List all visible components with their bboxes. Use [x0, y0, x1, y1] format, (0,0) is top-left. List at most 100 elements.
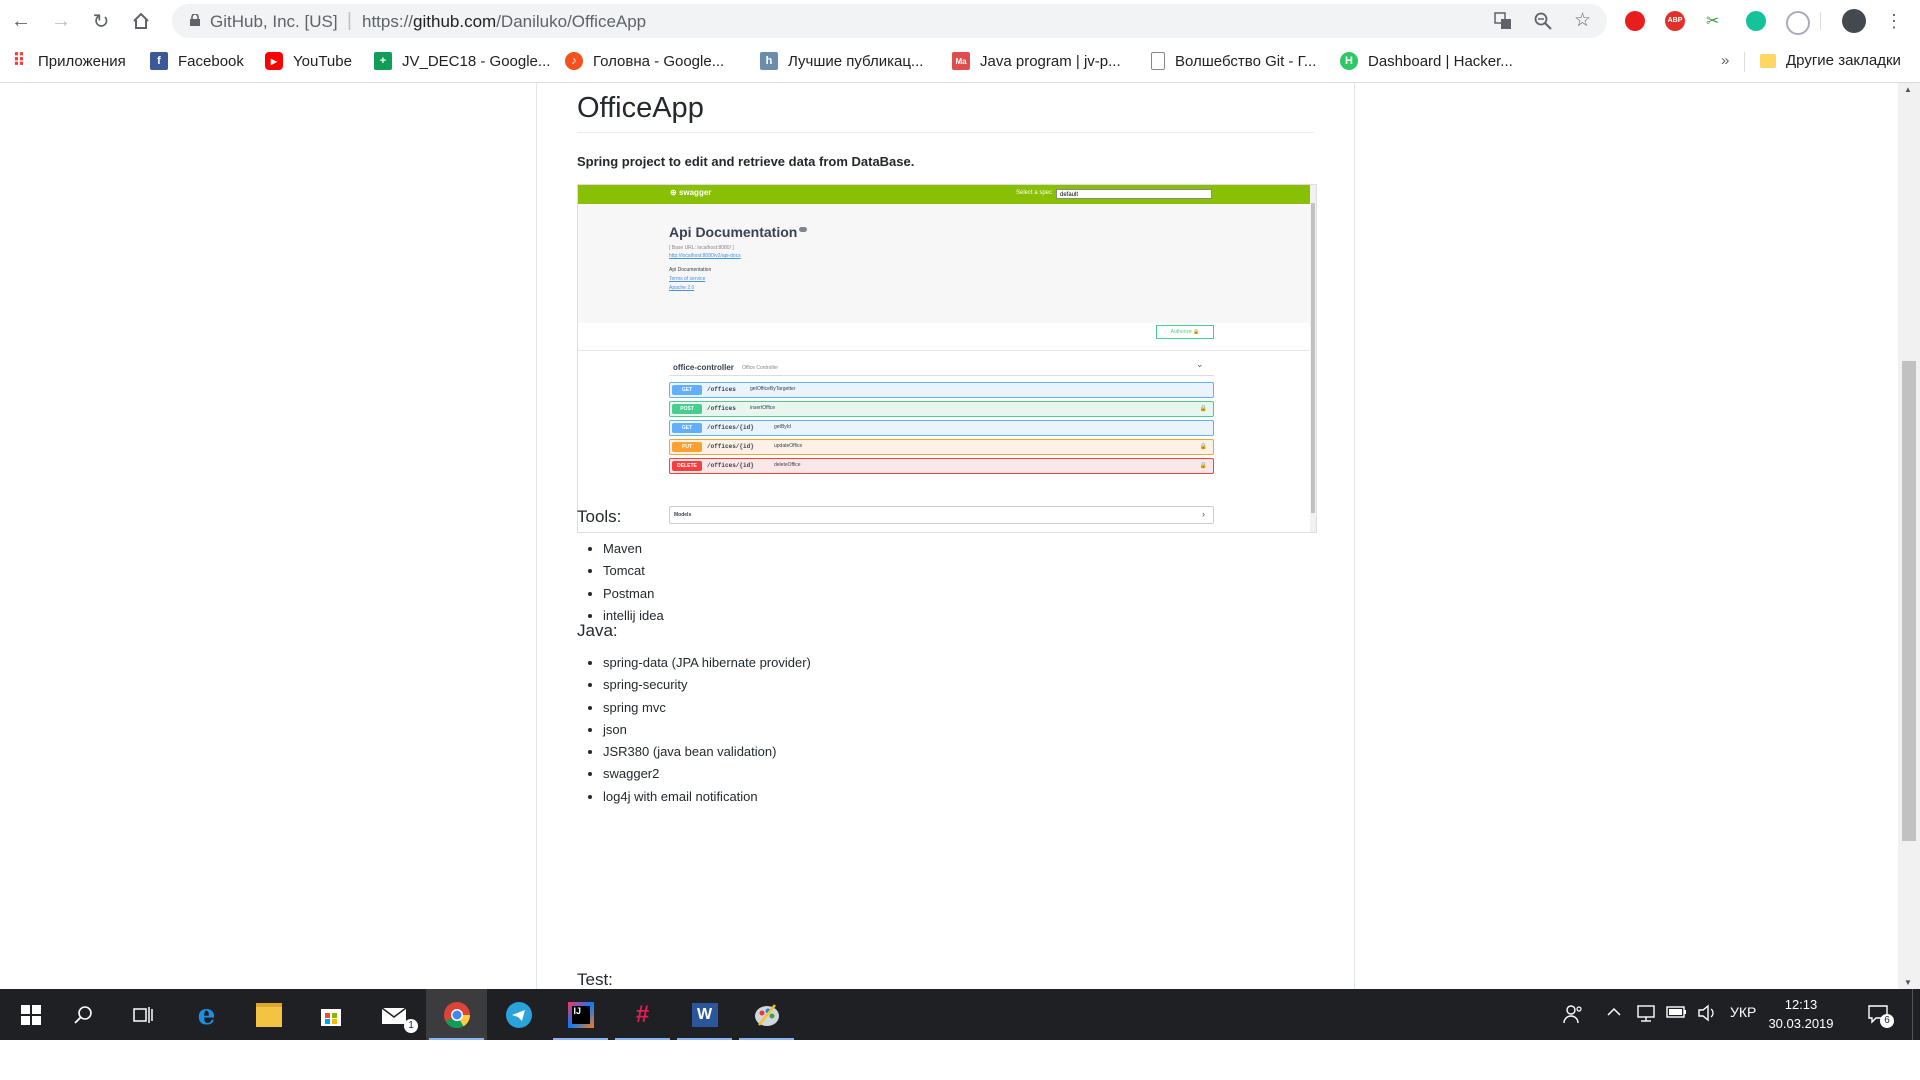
list-item: JSR380 (java bean validation)	[603, 741, 811, 763]
site-identity[interactable]: GitHub, Inc. [US]	[210, 12, 338, 32]
telegram-icon[interactable]	[488, 989, 549, 1040]
menu-kebab-icon[interactable]: ⋮	[1881, 8, 1907, 34]
swagger-screenshot[interactable]: ⊕ swagger Select a spec default Api Docu…	[577, 184, 1317, 533]
network-icon[interactable]	[1636, 1004, 1656, 1025]
battery-icon[interactable]	[1666, 1004, 1688, 1023]
grammarly-icon[interactable]	[1746, 11, 1766, 31]
task-view-icon[interactable]	[112, 989, 173, 1040]
list-item: spring mvc	[603, 697, 811, 719]
clock-time: 12:13	[1784, 997, 1818, 1012]
clock[interactable]: 12:13 30.03.2019	[1766, 995, 1836, 1033]
zoom-icon[interactable]	[1534, 12, 1552, 35]
controller-divider	[669, 375, 1214, 376]
translate-icon[interactable]	[1494, 12, 1512, 35]
bookmark-apps[interactable]: ⠿ Приложения	[10, 51, 126, 70]
intellij-icon[interactable]: IJ	[550, 989, 611, 1040]
toolbar-divider	[1820, 12, 1821, 30]
bookmark-star-icon[interactable]: ☆	[1574, 11, 1591, 35]
list-item: Maven	[603, 538, 664, 560]
operation-row: POST/offices insertOffice 🔒	[669, 401, 1214, 417]
operation-summary: updateOffice	[774, 443, 803, 449]
scroll-thumb[interactable]	[1902, 361, 1916, 841]
tools-heading: Tools:	[577, 507, 622, 526]
volume-icon[interactable]	[1697, 1004, 1717, 1025]
chevron-up-icon[interactable]	[1606, 1004, 1622, 1023]
bookmarks-bar: ⠿ Приложения f Facebook ▶ YouTube + JV_DEC18…	[0, 42, 1920, 83]
operation-path: /offices	[707, 405, 736, 412]
content-border-left	[536, 83, 537, 989]
list-item: spring-data (JPA hibernate provider)	[603, 652, 811, 674]
operation-path: /offices	[707, 386, 736, 393]
bookmark-facebook[interactable]: f Facebook	[150, 52, 244, 70]
notification-center-icon[interactable]: 6	[1868, 1004, 1894, 1028]
page-icon	[1151, 52, 1165, 70]
java-heading: Java:	[577, 621, 618, 640]
notification-badge: 6	[1880, 1014, 1894, 1028]
other-bookmarks-folder[interactable]: Другие закладки	[1760, 52, 1901, 69]
operation-row: GET/offices getOfficeByTargetter	[669, 382, 1214, 398]
scroll-up-arrow[interactable]: ▲	[1904, 85, 1912, 94]
license-link: Apache 2.0	[669, 285, 695, 291]
opera-vpn-icon[interactable]	[1625, 11, 1645, 31]
http-method-badge: PUT	[672, 442, 702, 452]
word-icon[interactable]: W	[674, 989, 735, 1040]
operation-row: DELETE/offices/{id} deleteOffice 🔒	[669, 458, 1214, 474]
bookmark-label: Волшебство Git - Г...	[1175, 52, 1317, 70]
bookmark-git-magic[interactable]: Волшебство Git - Г...	[1148, 52, 1316, 70]
models-section: Models ›	[669, 506, 1214, 524]
bookmark-youtube[interactable]: ▶ YouTube	[265, 52, 352, 70]
slack-icon[interactable]: #	[612, 989, 673, 1040]
clock-date: 30.03.2019	[1768, 1016, 1834, 1031]
back-icon[interactable]: ←	[8, 8, 34, 34]
home-icon[interactable]	[128, 8, 154, 34]
store-icon[interactable]	[300, 989, 361, 1040]
bookmarks-more-button[interactable]: »	[1721, 52, 1729, 69]
shield-ext-icon[interactable]	[1786, 11, 1810, 35]
lock-icon: 🔒	[1199, 406, 1207, 412]
profile-avatar[interactable]	[1842, 9, 1866, 33]
people-icon[interactable]	[1563, 1004, 1583, 1027]
forward-icon[interactable]: →	[48, 8, 74, 34]
url-prefix: https://	[362, 12, 414, 31]
test-heading: Test:	[577, 970, 613, 989]
readme-title: OfficeApp	[577, 92, 704, 124]
chrome-icon[interactable]	[426, 989, 487, 1040]
edge-icon[interactable]: e	[176, 989, 237, 1040]
scroll-down-arrow[interactable]: ▼	[1904, 978, 1912, 987]
swagger-logo: ⊕ swagger	[670, 188, 712, 197]
bookmark-label: Другие закладки	[1786, 52, 1901, 69]
bookmark-hackerrank[interactable]: H Dashboard | Hacker...	[1340, 52, 1513, 70]
mail-badge: 1	[404, 1019, 418, 1033]
bookmark-habr[interactable]: h Лучшие публикац...	[760, 52, 923, 70]
page-scrollbar[interactable]: ▲ ▼	[1898, 83, 1920, 989]
adblock-icon[interactable]: ABP	[1665, 11, 1685, 31]
swagger-scrollbar	[1310, 185, 1316, 532]
bookmark-label: Головна - Google...	[593, 52, 725, 70]
operation-row: PUT/offices/{id} updateOffice 🔒	[669, 439, 1214, 455]
google-site-icon: ♪	[565, 52, 583, 70]
folder-icon	[1760, 53, 1776, 68]
search-icon[interactable]	[52, 989, 113, 1040]
http-method-badge: GET	[672, 423, 702, 433]
paint-icon[interactable]	[736, 989, 797, 1040]
api-docs-link: http://localhost:8080/v2/api-docs	[669, 253, 741, 259]
operation-path: /offices/{id}	[707, 462, 754, 469]
swagger-info: Api Documentation [ Base URL: localhost:…	[578, 204, 1310, 323]
url-host: github.com	[413, 12, 497, 31]
bookmark-jv-dec18[interactable]: + JV_DEC18 - Google...	[374, 52, 550, 70]
address-bar[interactable]: GitHub, Inc. [US] | https://github.com/D…	[172, 4, 1607, 38]
grammar-ext-icon[interactable]: ✂	[1706, 11, 1726, 31]
reload-icon[interactable]: ↻	[88, 8, 114, 34]
url-path: /Daniluko/OfficeApp	[496, 12, 647, 31]
mail-icon[interactable]: 1	[364, 989, 425, 1040]
list-item: Tomcat	[603, 560, 664, 582]
file-explorer-icon[interactable]	[238, 989, 299, 1040]
input-language[interactable]: УКР	[1730, 1004, 1756, 1020]
operation-summary: deleteOffice	[774, 462, 801, 468]
show-desktop-button[interactable]	[1912, 989, 1913, 1040]
bookmark-holovna[interactable]: ♪ Головна - Google...	[565, 52, 724, 70]
url-text[interactable]: https://github.com/Daniluko/OfficeApp	[362, 12, 646, 32]
spec-select-value: default	[1060, 192, 1079, 198]
bookmark-java-program[interactable]: Ma Java program | jv-p...	[952, 52, 1121, 70]
base-url: [ Base URL: localhost:8080/ ]	[669, 245, 734, 251]
